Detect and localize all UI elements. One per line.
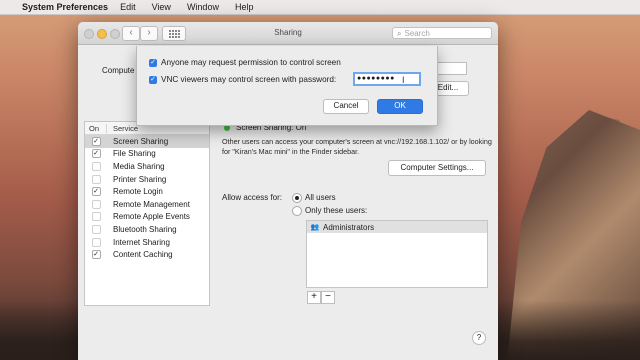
service-label: Printer Sharing — [113, 174, 167, 184]
service-label: Content Caching — [113, 250, 173, 260]
service-checkbox-cell: ✓ — [85, 136, 107, 146]
computer-name-label: Compute — [102, 66, 135, 75]
menu-window[interactable]: Window — [187, 2, 219, 12]
only-these-users-label: Only these users: — [305, 206, 368, 215]
password-dots: ●●●●●●●● — [357, 75, 395, 82]
menu-view[interactable]: View — [152, 2, 171, 12]
service-checkbox[interactable]: ✓ — [91, 136, 101, 146]
title-bar: ‹ › Sharing ⌕ Search — [78, 22, 498, 45]
allow-access-label: Allow access for: — [222, 193, 283, 202]
service-checkbox[interactable] — [91, 199, 101, 209]
service-row[interactable]: Internet Sharing — [85, 236, 209, 249]
request-permission-option[interactable]: ✓ Anyone may request permission to contr… — [149, 58, 341, 67]
service-label: Internet Sharing — [113, 237, 170, 247]
service-label: Bluetooth Sharing — [113, 224, 177, 234]
service-checkbox-cell — [85, 174, 107, 184]
all-users-radio[interactable] — [292, 193, 302, 203]
checkbox-checked-icon[interactable]: ✓ — [149, 75, 157, 84]
list-item[interactable]: 👥 Administrators — [307, 221, 487, 233]
vnc-password-label: VNC viewers may control screen with pass… — [161, 75, 337, 84]
service-row[interactable]: Bluetooth Sharing — [85, 223, 209, 236]
app-menu[interactable]: System Preferences — [22, 2, 108, 12]
service-checkbox[interactable] — [91, 161, 101, 171]
service-checkbox[interactable]: ✓ — [91, 149, 101, 159]
user-label: Administrators — [323, 222, 375, 232]
column-on[interactable]: On — [85, 123, 107, 133]
service-checkbox[interactable] — [91, 237, 101, 247]
service-list: On Service ✓ Screen Sharing ✓ File Sharing M… — [84, 121, 210, 306]
computer-settings-button[interactable]: Computer Settings... — [388, 160, 486, 176]
search-field[interactable]: ⌕ Search — [392, 27, 492, 39]
request-permission-label: Anyone may request permission to control… — [161, 58, 341, 67]
sharing-description: Other users can access your computer's s… — [222, 137, 492, 156]
service-label: Media Sharing — [113, 161, 165, 171]
checkbox-checked-icon[interactable]: ✓ — [149, 58, 157, 67]
service-checkbox-cell — [85, 199, 107, 209]
service-label: Remote Apple Events — [113, 212, 190, 222]
service-checkbox[interactable]: ✓ — [91, 250, 101, 260]
service-checkbox[interactable] — [91, 212, 101, 222]
service-checkbox-cell — [85, 224, 107, 234]
service-checkbox-cell: ✓ — [85, 187, 107, 197]
service-checkbox-cell: ✓ — [85, 250, 107, 260]
service-row[interactable]: Printer Sharing — [85, 173, 209, 186]
service-checkbox-cell: ✓ — [85, 149, 107, 159]
help-button[interactable]: ? — [472, 331, 486, 345]
vnc-settings-sheet: ✓ Anyone may request permission to contr… — [136, 46, 438, 126]
add-user-button[interactable]: + — [307, 291, 321, 304]
service-row[interactable]: ✓ Remote Login — [85, 185, 209, 198]
only-these-users-radio[interactable] — [292, 206, 302, 216]
ok-button[interactable]: OK — [377, 99, 423, 114]
service-label: Remote Management — [113, 199, 190, 209]
service-checkbox[interactable]: ✓ — [91, 187, 101, 197]
service-row[interactable]: Media Sharing — [85, 160, 209, 173]
service-label: File Sharing — [113, 149, 156, 159]
all-users-label: All users — [305, 193, 336, 202]
vnc-password-field[interactable]: ●●●●●●●● I — [353, 72, 421, 86]
service-checkbox-cell — [85, 161, 107, 171]
service-checkbox-cell — [85, 237, 107, 247]
group-icon: 👥 — [310, 224, 320, 231]
service-row[interactable]: ✓ Screen Sharing — [85, 135, 209, 148]
service-checkbox-cell — [85, 212, 107, 222]
service-row[interactable]: Remote Apple Events — [85, 211, 209, 224]
service-checkbox[interactable] — [91, 174, 101, 184]
service-checkbox[interactable] — [91, 224, 101, 234]
search-icon: ⌕ — [397, 29, 402, 38]
menu-edit[interactable]: Edit — [120, 2, 136, 12]
menu-help[interactable]: Help — [235, 2, 254, 12]
vnc-password-option[interactable]: ✓ VNC viewers may control screen with pa… — [149, 75, 336, 84]
search-placeholder: Search — [404, 29, 430, 38]
service-label: Screen Sharing — [113, 136, 169, 146]
service-rows: ✓ Screen Sharing ✓ File Sharing Media Sharin… — [85, 135, 209, 261]
cancel-button[interactable]: Cancel — [323, 99, 369, 114]
menu-bar: System Preferences Edit View Window Help — [0, 0, 640, 15]
remove-user-button[interactable]: − — [321, 291, 335, 304]
text-cursor-icon: I — [401, 75, 405, 85]
service-row[interactable]: ✓ File Sharing — [85, 148, 209, 161]
column-service[interactable]: Service — [107, 124, 138, 133]
service-row[interactable]: ✓ Content Caching — [85, 248, 209, 261]
users-list: 👥 Administrators — [306, 220, 488, 288]
service-row[interactable]: Remote Management — [85, 198, 209, 211]
service-label: Remote Login — [113, 187, 163, 197]
